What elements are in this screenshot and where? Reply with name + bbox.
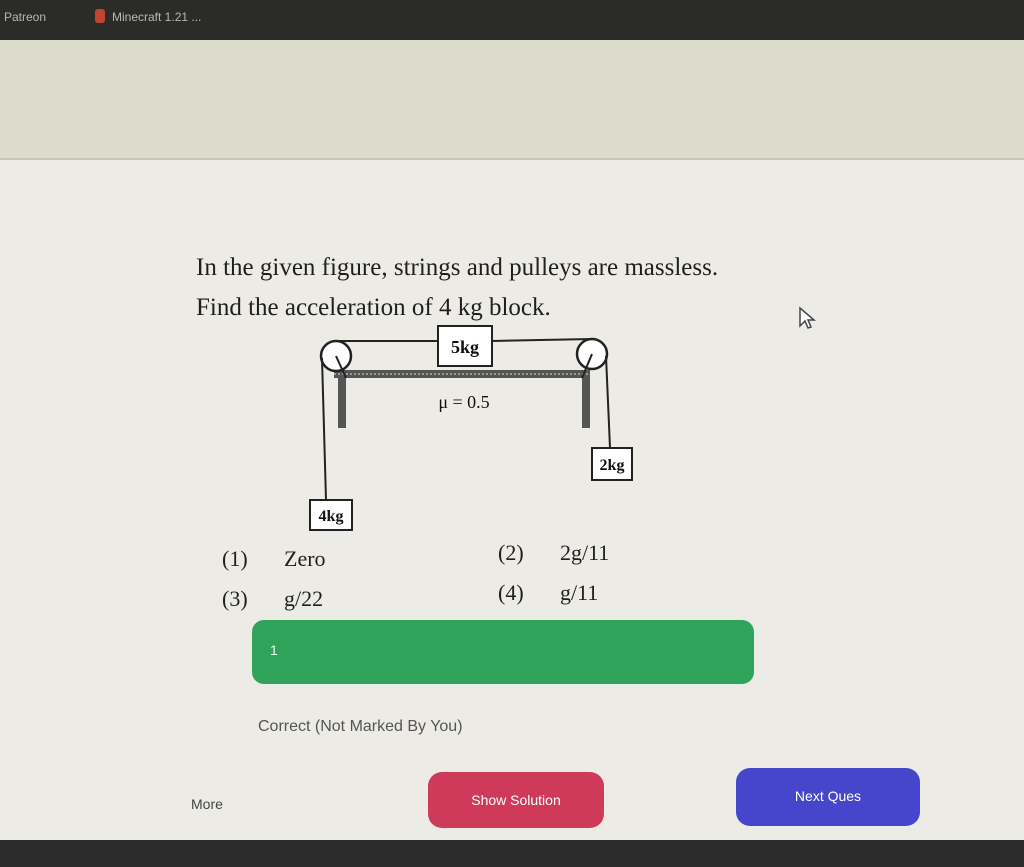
block-5kg: 5kg [437,325,493,367]
block-4kg: 4kg [309,499,353,531]
right-wall [582,378,590,428]
option-text: g/22 [284,586,324,611]
header-banner [0,40,1024,160]
option-1[interactable]: (1) Zero [222,546,326,572]
browser-tab-bar: Patreon Minecraft 1.21 ... [0,0,1024,40]
option-number: (4) [498,580,524,605]
mouse-pointer-icon [799,306,816,329]
option-text: Zero [284,546,326,571]
question-text: In the given figure, strings and pulleys… [196,248,836,328]
more-link[interactable]: More [191,796,223,812]
string-right [605,355,611,449]
app-tab-icon [95,9,105,23]
option-3[interactable]: (3) g/22 [222,586,323,612]
correct-answer-bar: 1 [252,620,754,684]
block-5kg-label: 5kg [451,337,479,357]
browser-tab[interactable]: Minecraft 1.21 ... [112,10,201,24]
pulley-diagram: 5kg μ = 0.5 2kg 4kg [309,325,633,531]
option-4[interactable]: (4) g/11 [498,580,598,606]
block-4kg-label: 4kg [319,508,344,525]
os-taskbar [0,840,1024,867]
show-solution-button[interactable]: Show Solution [428,772,604,828]
friction-label: μ = 0.5 [438,392,489,412]
answer-status: Correct (Not Marked By You) [258,718,463,735]
answer-value: 1 [270,642,278,658]
question-line-1: In the given figure, strings and pulleys… [196,254,719,281]
option-text: g/11 [560,580,599,605]
option-2[interactable]: (2) 2g/11 [498,540,609,566]
option-number: (3) [222,586,248,611]
option-number: (2) [498,540,524,565]
option-text: 2g/11 [560,540,610,565]
option-number: (1) [222,546,248,571]
string-top [491,338,593,342]
left-wall [338,378,346,428]
next-question-button[interactable]: Next Ques [736,768,920,826]
browser-tab[interactable]: Patreon [4,10,46,24]
block-2kg: 2kg [591,447,633,481]
string-left [321,357,327,501]
block-2kg-label: 2kg [600,457,625,474]
